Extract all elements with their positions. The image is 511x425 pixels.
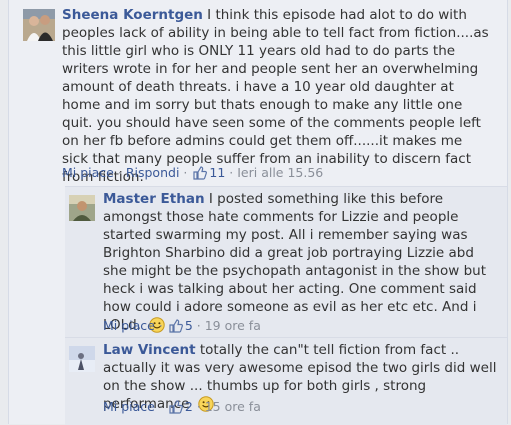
like-count[interactable]: 2 — [185, 399, 193, 414]
comment-text: I think this episode had alot to do with… — [62, 7, 489, 185]
comment-time[interactable]: 15 ore fa — [205, 399, 261, 414]
avatar[interactable] — [69, 346, 95, 372]
like-count[interactable]: 5 — [185, 318, 193, 333]
thumbs-up-icon[interactable] — [169, 319, 183, 337]
separator: · — [158, 399, 163, 414]
reply-law-vincent: Law Vincent totally the can"t tell ficti… — [65, 338, 507, 425]
reply-link[interactable]: Rispondi — [126, 165, 180, 180]
like-link[interactable]: Mi piace — [103, 399, 155, 414]
comments-panel: Sheena Koerntgen I think this episode ha… — [8, 0, 508, 425]
avatar[interactable] — [23, 9, 55, 41]
comment-body: Master Ethan I posted something like thi… — [103, 190, 498, 338]
comment-author[interactable]: Law Vincent — [103, 342, 196, 358]
separator: · — [196, 318, 201, 333]
comment-time[interactable]: Ieri alle 15.56 — [237, 165, 323, 180]
thumbs-up-icon[interactable] — [193, 166, 208, 184]
comment-actions: Mi piace · 5 · 19 ore fa — [103, 318, 261, 337]
separator: · — [158, 318, 163, 333]
comment-time[interactable]: 19 ore fa — [205, 318, 261, 333]
comment-author[interactable]: Master Ethan — [103, 191, 205, 207]
comment-sheena: Sheena Koerntgen I think this episode ha… — [9, 0, 507, 186]
comment-actions: Mi piace · 2 · 15 ore fa — [103, 399, 261, 418]
comment-body: Sheena Koerntgen I think this episode ha… — [62, 6, 492, 186]
like-link[interactable]: Mi piace — [62, 165, 114, 180]
comment-text: I posted something like this before amon… — [103, 191, 487, 333]
separator: · — [117, 165, 122, 180]
separator: · — [183, 165, 188, 180]
reply-master-ethan: Master Ethan I posted something like thi… — [65, 187, 507, 337]
comment-author[interactable]: Sheena Koerntgen — [62, 7, 203, 23]
avatar[interactable] — [69, 195, 95, 221]
like-link[interactable]: Mi piace — [103, 318, 155, 333]
like-count[interactable]: 11 — [209, 165, 225, 180]
thumbs-up-icon[interactable] — [169, 400, 183, 418]
replies-container: Master Ethan I posted something like thi… — [65, 186, 507, 425]
separator: · — [229, 165, 234, 180]
separator: · — [196, 399, 201, 414]
comment-actions: Mi piace · Rispondi · 11 · Ieri alle 15.… — [62, 165, 323, 184]
